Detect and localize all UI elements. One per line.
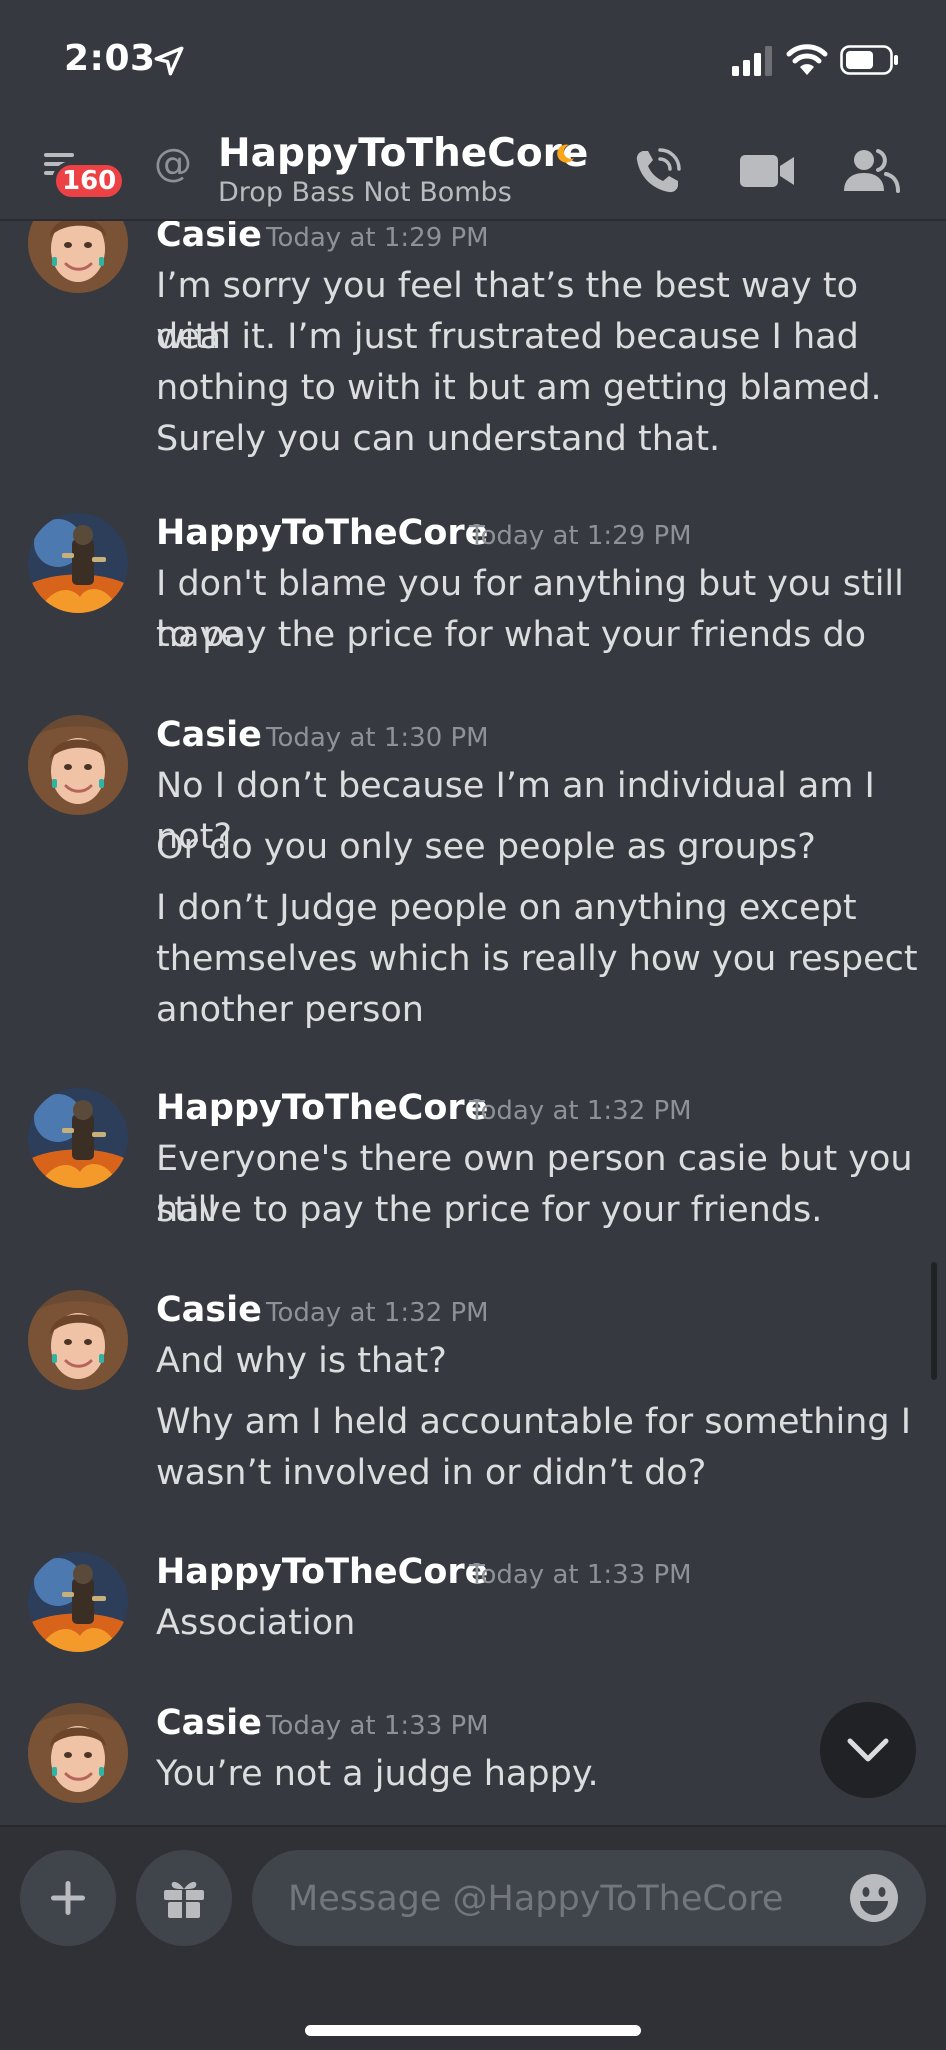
message-text: Association [156,1603,356,1643]
message-text: Surely you can understand that. [156,419,721,459]
unread-badge: 160 [52,161,127,201]
message-timestamp: Today at 1:30 PM [266,723,489,753]
scrollbar-thumb[interactable] [931,1262,937,1380]
avatar-casie[interactable] [28,221,128,293]
avatar-happytothecore[interactable] [28,1088,128,1188]
gift-icon [164,1881,204,1918]
message-text: wasn’t involved in or didn’t do? [156,1453,707,1493]
battery-icon [840,45,898,75]
message-text: You’re not a judge happy. [156,1754,599,1794]
message-author[interactable]: Casie [156,221,262,255]
wifi-icon [786,44,828,75]
at-icon: @ [154,141,192,185]
message-text: another person [156,990,424,1030]
message-text: Or do you only see people as groups? [156,827,816,867]
message-text: nothing to with it but am getting blamed… [156,368,882,408]
idle-moon-icon [557,144,574,163]
message-author[interactable]: HappyToTheCore [156,1552,488,1592]
message-text: I don’t Judge people on anything except [156,888,857,928]
message-composer [0,1825,946,2050]
avatar-casie[interactable] [28,1290,128,1390]
emoji-icon[interactable] [848,1872,900,1924]
message-text: with it. I’m just frustrated because I h… [156,317,859,357]
message-author[interactable]: HappyToTheCore [156,513,488,553]
avatar-happytothecore[interactable] [28,1552,128,1652]
members-icon[interactable] [842,145,900,197]
home-indicator [305,2025,641,2036]
message-text: themselves which is really how you respe… [156,939,918,979]
plus-icon [51,1881,85,1915]
voice-call-icon[interactable] [630,145,686,199]
message-text: to pay the price for what your friends d… [156,615,867,655]
message-author[interactable]: Casie [156,1703,262,1743]
message-timestamp: Today at 1:29 PM [469,521,692,551]
video-call-icon[interactable] [738,151,796,191]
message-text: Why am I held accountable for something … [156,1402,912,1442]
dm-username[interactable]: HappyToTheCore [218,131,588,176]
status-time: 2:03 [64,38,156,79]
message-timestamp: Today at 1:33 PM [469,1560,692,1590]
dm-header: 160 @ HappyToTheCore Drop Bass Not Bombs [0,125,946,221]
message-text: have to pay the price for your friends. [156,1190,823,1230]
avatar-casie[interactable] [28,715,128,815]
cellular-signal-icon [732,46,772,76]
avatar-happytothecore[interactable] [28,513,128,613]
status-bar: 2:03 [0,0,946,125]
message-author[interactable]: Casie [156,715,262,755]
message-timestamp: Today at 1:32 PM [469,1096,692,1126]
jump-to-present-button[interactable] [820,1702,916,1798]
add-attachment-button[interactable] [20,1850,116,1946]
location-arrow-icon [154,46,184,76]
message-author[interactable]: HappyToTheCore [156,1088,488,1128]
message-author[interactable]: Casie [156,1290,262,1330]
message-timestamp: Today at 1:29 PM [266,223,489,253]
message-list[interactable]: Casie Today at 1:29 PM I’m sorry you fee… [0,221,946,1825]
message-input[interactable] [286,1850,830,1948]
gift-nitro-button[interactable] [136,1850,232,1946]
message-text: And why is that? [156,1341,447,1381]
message-input-wrapper [252,1850,926,1948]
message-timestamp: Today at 1:32 PM [266,1298,489,1328]
avatar-casie[interactable] [28,1703,128,1803]
chevron-down-icon [847,1738,889,1762]
message-timestamp: Today at 1:33 PM [266,1711,489,1741]
custom-status: Drop Bass Not Bombs [218,177,512,208]
